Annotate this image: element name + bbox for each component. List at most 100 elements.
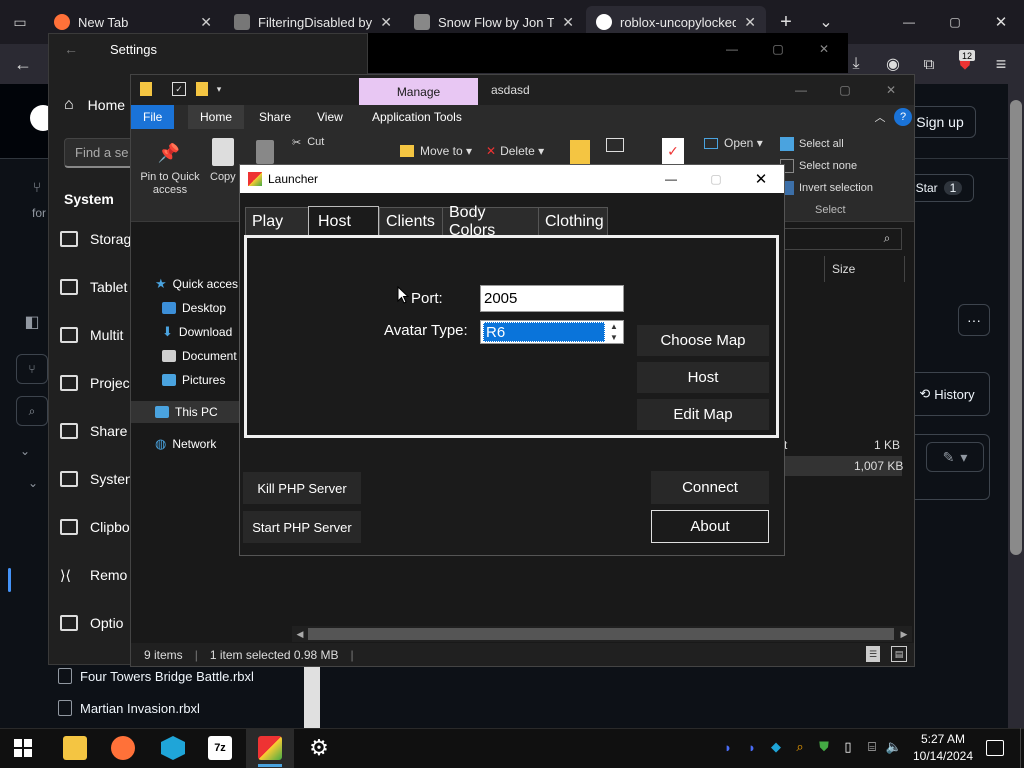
settings-close-button[interactable]: ✕ xyxy=(814,40,834,58)
sidebar-toggle-icon[interactable]: ◧ xyxy=(20,310,44,334)
tab-host[interactable]: Host xyxy=(308,206,379,236)
tab-body-colors[interactable]: Body Colors xyxy=(442,204,538,239)
tab-clothing[interactable]: Clothing xyxy=(538,207,608,235)
open-button[interactable]: Open ▾ xyxy=(704,136,763,150)
scroll-left-icon[interactable]: ◀ xyxy=(294,627,306,641)
tab-clients[interactable]: Clients xyxy=(379,207,442,235)
new-tab-button[interactable]: + xyxy=(776,11,796,33)
kill-php-server-button[interactable]: Kill PHP Server xyxy=(243,472,361,504)
tray-shield-icon[interactable]: ⛊ xyxy=(816,739,832,755)
help-icon[interactable]: ? xyxy=(894,108,912,126)
ribbon-tab-file[interactable]: File xyxy=(131,105,175,129)
tray-volume-icon[interactable]: 🔈 xyxy=(886,739,902,755)
explorer-maximize-button[interactable]: ▢ xyxy=(836,82,854,98)
spin-up-icon[interactable]: ▲ xyxy=(607,321,621,332)
launcher-taskbar-icon[interactable] xyxy=(258,736,282,760)
explorer-close-button[interactable]: ✕ xyxy=(882,82,900,98)
notification-center-icon[interactable] xyxy=(986,740,1004,756)
close-tab-icon[interactable]: ✕ xyxy=(380,14,392,31)
settings-item-projecting[interactable]: Projec xyxy=(60,363,130,403)
firefox-taskbar-icon[interactable] xyxy=(111,736,135,760)
chevron-down-icon[interactable]: ⌄ xyxy=(26,476,40,490)
page-scrollbar-thumb[interactable] xyxy=(1010,100,1022,555)
nav-quick-access[interactable]: ★ Quick acces xyxy=(155,273,238,295)
launcher-close-button[interactable]: ✕ xyxy=(752,170,770,188)
nav-this-pc[interactable]: This PC xyxy=(155,401,218,423)
settings-taskbar-icon[interactable]: ⚙ xyxy=(307,735,331,760)
tray-clock[interactable]: 5:27 AM 10/14/2024 xyxy=(910,731,976,765)
search-icon[interactable]: ⌕ xyxy=(16,396,48,426)
pin-to-quick-access-button[interactable]: Pin to Quick access xyxy=(137,171,203,197)
choose-map-button[interactable]: Choose Map xyxy=(637,325,769,356)
tray-network-icon[interactable]: ⌸ xyxy=(864,739,880,755)
settings-item-clipboard[interactable]: Clipbo xyxy=(60,507,130,547)
ribbon-tab-application-tools[interactable]: Application Tools xyxy=(360,105,474,129)
port-input[interactable]: 2005 xyxy=(480,285,624,312)
select-none-button[interactable]: Select none xyxy=(780,159,857,173)
qat-dropdown-icon[interactable]: ▾ xyxy=(214,82,224,96)
start-button[interactable] xyxy=(14,739,32,757)
window-minimize-button[interactable]: — xyxy=(898,12,920,32)
manage-tab[interactable]: Manage xyxy=(359,78,478,105)
ribbon-tab-home[interactable]: Home xyxy=(188,105,245,129)
settings-item-remote[interactable]: ⟩⟨ Remo xyxy=(60,555,130,595)
nav-downloads[interactable]: ⬇ Download xyxy=(162,321,232,343)
about-button[interactable]: About xyxy=(651,510,769,543)
settings-minimize-button[interactable]: — xyxy=(722,40,742,58)
menu-icon[interactable]: ≡ xyxy=(990,53,1012,75)
tray-app-icon[interactable]: ◆ xyxy=(768,739,784,755)
account-icon[interactable]: ◉ xyxy=(882,53,904,75)
launcher-maximize-button[interactable]: ▢ xyxy=(707,170,725,188)
tray-clipboard-icon[interactable]: ▯ xyxy=(840,739,856,755)
copy-button[interactable]: Copy xyxy=(210,171,236,183)
scroll-thumb[interactable] xyxy=(308,628,894,640)
tray-app-icon[interactable]: ◗ xyxy=(720,739,736,755)
file-link[interactable]: Martian Invasion.rbxl xyxy=(80,701,200,716)
history-button[interactable]: ⟲ History xyxy=(904,372,990,416)
host-button[interactable]: Host xyxy=(637,362,769,393)
properties-icon[interactable]: ✓ xyxy=(172,82,186,96)
show-desktop-button[interactable] xyxy=(1020,728,1024,768)
file-explorer-taskbar-icon[interactable] xyxy=(63,736,87,760)
ribbon-tab-view[interactable]: View xyxy=(305,105,355,129)
edit-map-button[interactable]: Edit Map xyxy=(637,399,769,430)
7zip-taskbar-icon[interactable]: 7z xyxy=(208,736,232,760)
nav-network[interactable]: ◍ Network xyxy=(155,433,216,455)
settings-item-storage[interactable]: Storag xyxy=(60,219,131,259)
connect-button[interactable]: Connect xyxy=(651,471,769,504)
tray-app-icon[interactable]: ◗ xyxy=(744,739,760,755)
settings-item-shared[interactable]: Share xyxy=(60,411,130,451)
avatar-type-select[interactable]: R6 ▲ ▼ xyxy=(480,320,624,344)
launcher-minimize-button[interactable]: — xyxy=(662,170,680,188)
tab-play[interactable]: Play xyxy=(245,207,308,235)
branch-icon[interactable]: ⑂ xyxy=(16,354,48,384)
settings-home[interactable]: ⌂ Home xyxy=(64,96,125,114)
new-folder-icon[interactable] xyxy=(196,82,208,96)
collapse-ribbon-icon[interactable]: ︿ xyxy=(872,109,888,125)
settings-item-optional[interactable]: Optio xyxy=(60,603,130,643)
size-column-header[interactable]: Size xyxy=(832,262,855,276)
close-tab-icon[interactable]: ✕ xyxy=(562,14,574,31)
nav-pictures[interactable]: Pictures xyxy=(162,369,225,391)
file-link[interactable]: Four Towers Bridge Battle.rbxl xyxy=(80,669,254,684)
new-item-icon[interactable] xyxy=(606,138,624,152)
spin-down-icon[interactable]: ▼ xyxy=(607,332,621,343)
window-maximize-button[interactable]: ▢ xyxy=(944,12,966,32)
extensions-icon[interactable]: ⧉ xyxy=(918,53,940,75)
nav-desktop[interactable]: Desktop xyxy=(162,297,226,319)
downloads-icon[interactable]: ⤓ xyxy=(845,53,867,75)
settings-maximize-button[interactable]: ▢ xyxy=(768,40,788,58)
edit-file-button[interactable]: ✎ ▾ xyxy=(926,442,984,472)
move-to-button[interactable]: Move to ▾ xyxy=(400,144,472,158)
settings-item-tablet[interactable]: Tablet xyxy=(60,267,130,307)
more-options-button[interactable]: ··· xyxy=(958,304,990,336)
properties-big-icon[interactable]: ✓ xyxy=(662,138,684,164)
window-close-button[interactable]: ✕ xyxy=(990,12,1012,32)
ribbon-tab-share[interactable]: Share xyxy=(247,105,303,129)
settings-item-system[interactable]: Systen xyxy=(60,459,133,499)
scroll-right-icon[interactable]: ▶ xyxy=(898,627,910,641)
large-icons-view-icon[interactable]: ▤ xyxy=(891,646,907,662)
tab-overview-icon[interactable]: ▭ xyxy=(10,12,30,32)
nav-documents[interactable]: Document xyxy=(162,345,237,367)
close-tab-icon[interactable]: ✕ xyxy=(744,14,756,31)
